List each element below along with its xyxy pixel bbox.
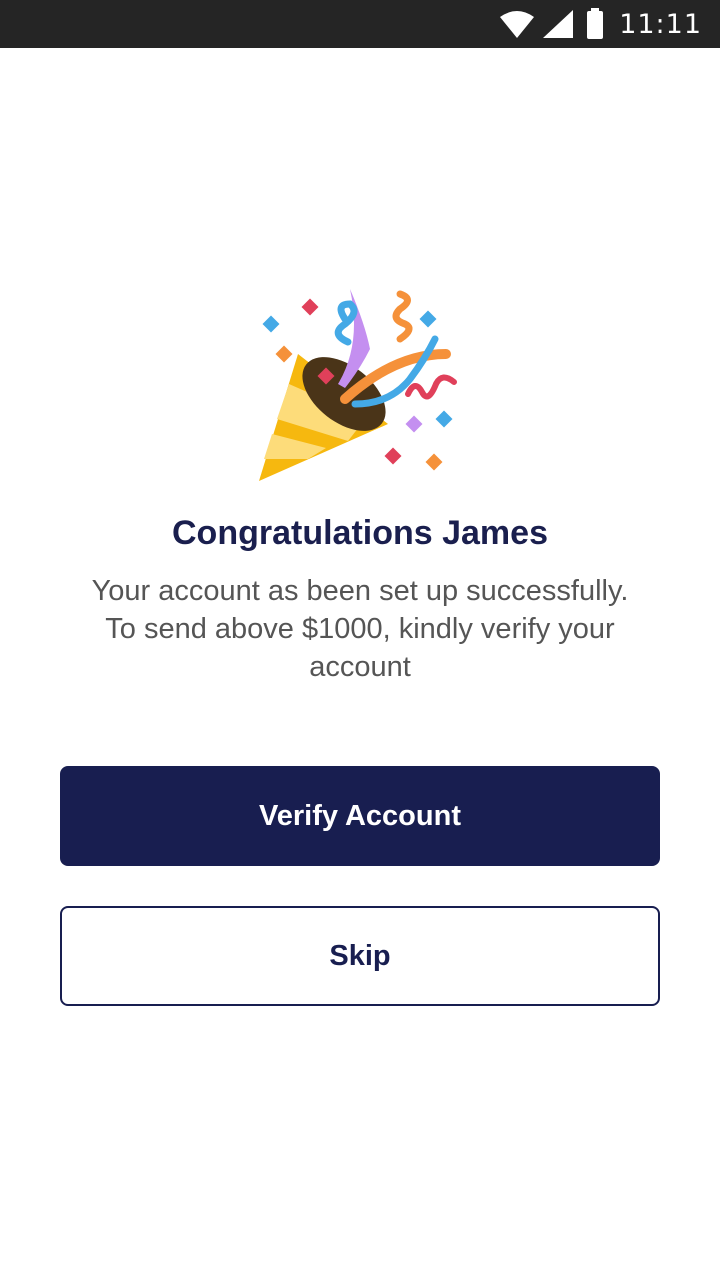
- message-line: Your account as been set up successfully…: [91, 575, 629, 607]
- verify-account-button[interactable]: Verify Account: [60, 766, 660, 866]
- cellular-signal-icon: [543, 10, 574, 38]
- wifi-icon: [500, 11, 535, 38]
- status-icons: 11:11: [499, 8, 702, 40]
- message-line: account: [309, 651, 411, 683]
- page-title: Congratulations James: [172, 514, 548, 552]
- status-bar: 11:11: [0, 0, 720, 48]
- message-line: To send above $1000, kindly verify your: [105, 613, 615, 645]
- success-message: Your account as been set up successfully…: [50, 572, 670, 686]
- battery-icon: [587, 8, 604, 39]
- party-popper-icon: [259, 289, 457, 481]
- skip-button[interactable]: Skip: [60, 906, 660, 1006]
- status-time: 11:11: [619, 8, 702, 40]
